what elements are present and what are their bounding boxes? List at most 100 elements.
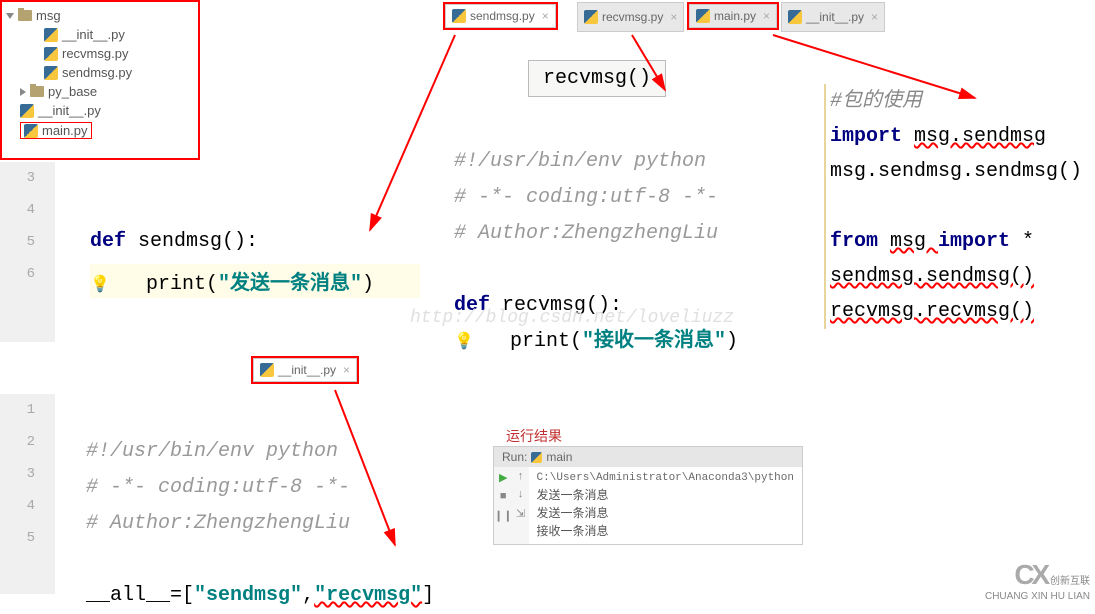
line-number: 4 — [0, 194, 35, 226]
string-literal: "发送一条消息" — [218, 273, 362, 296]
close-icon[interactable]: × — [542, 9, 549, 23]
tab-label: main.py — [714, 9, 756, 23]
quickdoc-tooltip: recvmsg() — [528, 60, 666, 97]
run-header[interactable]: Run: main — [494, 447, 802, 467]
down-icon[interactable]: ↓ — [517, 489, 524, 501]
tree-file-recvmsg[interactable]: recvmsg.py — [6, 44, 194, 63]
line-number: 5 — [0, 522, 35, 554]
tree-label: __init__.py — [62, 27, 125, 42]
module-ref: msg.sendmsg — [914, 125, 1046, 148]
tree-label: main.py — [42, 123, 88, 138]
python-file-icon — [452, 9, 466, 23]
gutter-sendmsg: 3 4 5 6 — [0, 162, 55, 342]
tree-label: msg — [36, 8, 61, 23]
output-line: 发送一条消息 — [537, 505, 794, 523]
logo-text: 创新互联 — [1050, 576, 1090, 587]
tab-main[interactable]: main.py × — [689, 4, 777, 28]
comment: # -*- coding:utf-8 -*- — [454, 186, 718, 209]
tree-file-init[interactable]: __init__.py — [6, 25, 194, 44]
watermark: http://blog.csdn.net/loveliuzz — [410, 308, 734, 328]
pause-icon[interactable]: ❙❙ — [494, 509, 512, 523]
string-literal: "recvmsg" — [314, 584, 422, 607]
run-panel: Run: main ▶ ■ ❙❙ ↑ ↓ ⇲ C:\Users\Administ… — [493, 446, 803, 545]
all-assign: __all__=[ — [86, 584, 194, 607]
kw-import: import — [830, 125, 914, 148]
code-main[interactable]: ##包的使用包的使用 import msg.sendmsg msg.sendms… — [824, 84, 1084, 329]
tree-label: sendmsg.py — [62, 65, 132, 80]
tab-recvmsg-wrap: recvmsg.py × — [577, 2, 684, 32]
run-controls-left: ▶ ■ ❙❙ — [494, 467, 512, 544]
logo-sub: CHUANG XIN HU LIAN — [985, 591, 1090, 602]
comment: #!/usr/bin/env python — [454, 150, 706, 173]
comment: # -*- coding:utf-8 -*- — [86, 476, 350, 499]
module: msg — [890, 230, 938, 253]
run-result-title: 运行结果 — [506, 426, 562, 446]
tab-label: __init__.py — [806, 10, 864, 24]
logo-mark: CX — [1014, 559, 1047, 590]
tab-label: __init__.py — [278, 363, 336, 377]
output-line: 接收一条消息 — [537, 523, 794, 541]
code-sendmsg[interactable]: def sendmsg(): — [90, 230, 258, 253]
run-output[interactable]: C:\Users\Administrator\Anaconda3\python … — [529, 467, 802, 544]
python-file-icon — [584, 10, 598, 24]
close-icon[interactable]: × — [343, 363, 350, 377]
tree-file-sendmsg[interactable]: sendmsg.py — [6, 63, 194, 82]
play-icon[interactable]: ▶ — [499, 471, 507, 485]
stop-icon[interactable]: ■ — [500, 491, 507, 503]
tab-init-bottom[interactable]: __init__.py × — [253, 358, 357, 382]
close-icon[interactable]: × — [763, 9, 770, 23]
string-literal: "接收一条消息" — [582, 330, 726, 353]
tree-file-main[interactable]: main.py — [6, 120, 194, 141]
python-file-icon — [531, 452, 542, 463]
tab-sendmsg[interactable]: sendmsg.py × — [445, 4, 556, 28]
call: sendmsg.sendmsg() — [830, 265, 1034, 288]
tree-label: py_base — [48, 84, 97, 99]
comment: # Author:ZhengzhengLiu — [454, 222, 718, 245]
tab-init[interactable]: __init__.py × — [781, 2, 885, 32]
python-file-icon — [260, 363, 274, 377]
python-file-icon — [20, 104, 34, 118]
tab-label: sendmsg.py — [470, 9, 535, 23]
tree-folder-msg[interactable]: msg — [6, 6, 194, 25]
line-number: 5 — [0, 226, 35, 258]
gutter-init: 1 2 3 4 5 — [0, 394, 55, 594]
python-file-icon — [788, 10, 802, 24]
code-sendmsg-print[interactable]: 💡 print("发送一条消息") — [90, 264, 420, 298]
tree-file-init2[interactable]: __init__.py — [6, 101, 194, 120]
up-icon[interactable]: ↑ — [517, 471, 524, 483]
string-literal: "sendmsg" — [194, 584, 302, 607]
bulb-icon[interactable]: 💡 — [454, 333, 474, 351]
chevron-right-icon — [20, 88, 26, 96]
run-path: C:\Users\Administrator\Anaconda3\python — [537, 470, 794, 487]
fn-print: print — [146, 273, 206, 296]
code-init[interactable]: #!/usr/bin/env python # -*- coding:utf-8… — [86, 398, 434, 614]
close-icon[interactable]: × — [871, 10, 878, 24]
kw-from: from — [830, 230, 890, 253]
tree-folder-pybase[interactable]: py_base — [6, 82, 194, 101]
python-file-icon — [24, 124, 38, 138]
run-controls-right: ↑ ↓ ⇲ — [512, 467, 528, 544]
bulb-icon[interactable]: 💡 — [90, 276, 110, 294]
python-file-icon — [44, 28, 58, 42]
line-number: 6 — [0, 258, 35, 290]
output-line: 发送一条消息 — [537, 487, 794, 505]
folder-icon — [30, 86, 44, 97]
line-number: 2 — [0, 426, 35, 458]
fn-name: sendmsg(): — [138, 230, 258, 253]
tab-init-bottom-wrap: __init__.py × — [251, 356, 359, 384]
comment: #!/usr/bin/env python — [86, 440, 338, 463]
tab-label: recvmsg.py — [602, 10, 663, 24]
python-file-icon — [696, 9, 710, 23]
tab-sendmsg-wrap: sendmsg.py × — [443, 2, 558, 30]
project-tree[interactable]: msg __init__.py recvmsg.py sendmsg.py py… — [0, 0, 200, 160]
call: recvmsg.recvmsg() — [830, 300, 1034, 323]
tab-recvmsg[interactable]: recvmsg.py × — [577, 2, 684, 32]
export-icon[interactable]: ⇲ — [516, 507, 525, 521]
comment: ##包的使用包的使用 — [830, 90, 922, 113]
close-icon[interactable]: × — [670, 10, 677, 24]
python-file-icon — [44, 47, 58, 61]
chevron-down-icon — [6, 13, 14, 19]
tab-init-wrap: __init__.py × — [781, 2, 885, 32]
python-file-icon — [44, 66, 58, 80]
kw-import: import — [938, 230, 1022, 253]
